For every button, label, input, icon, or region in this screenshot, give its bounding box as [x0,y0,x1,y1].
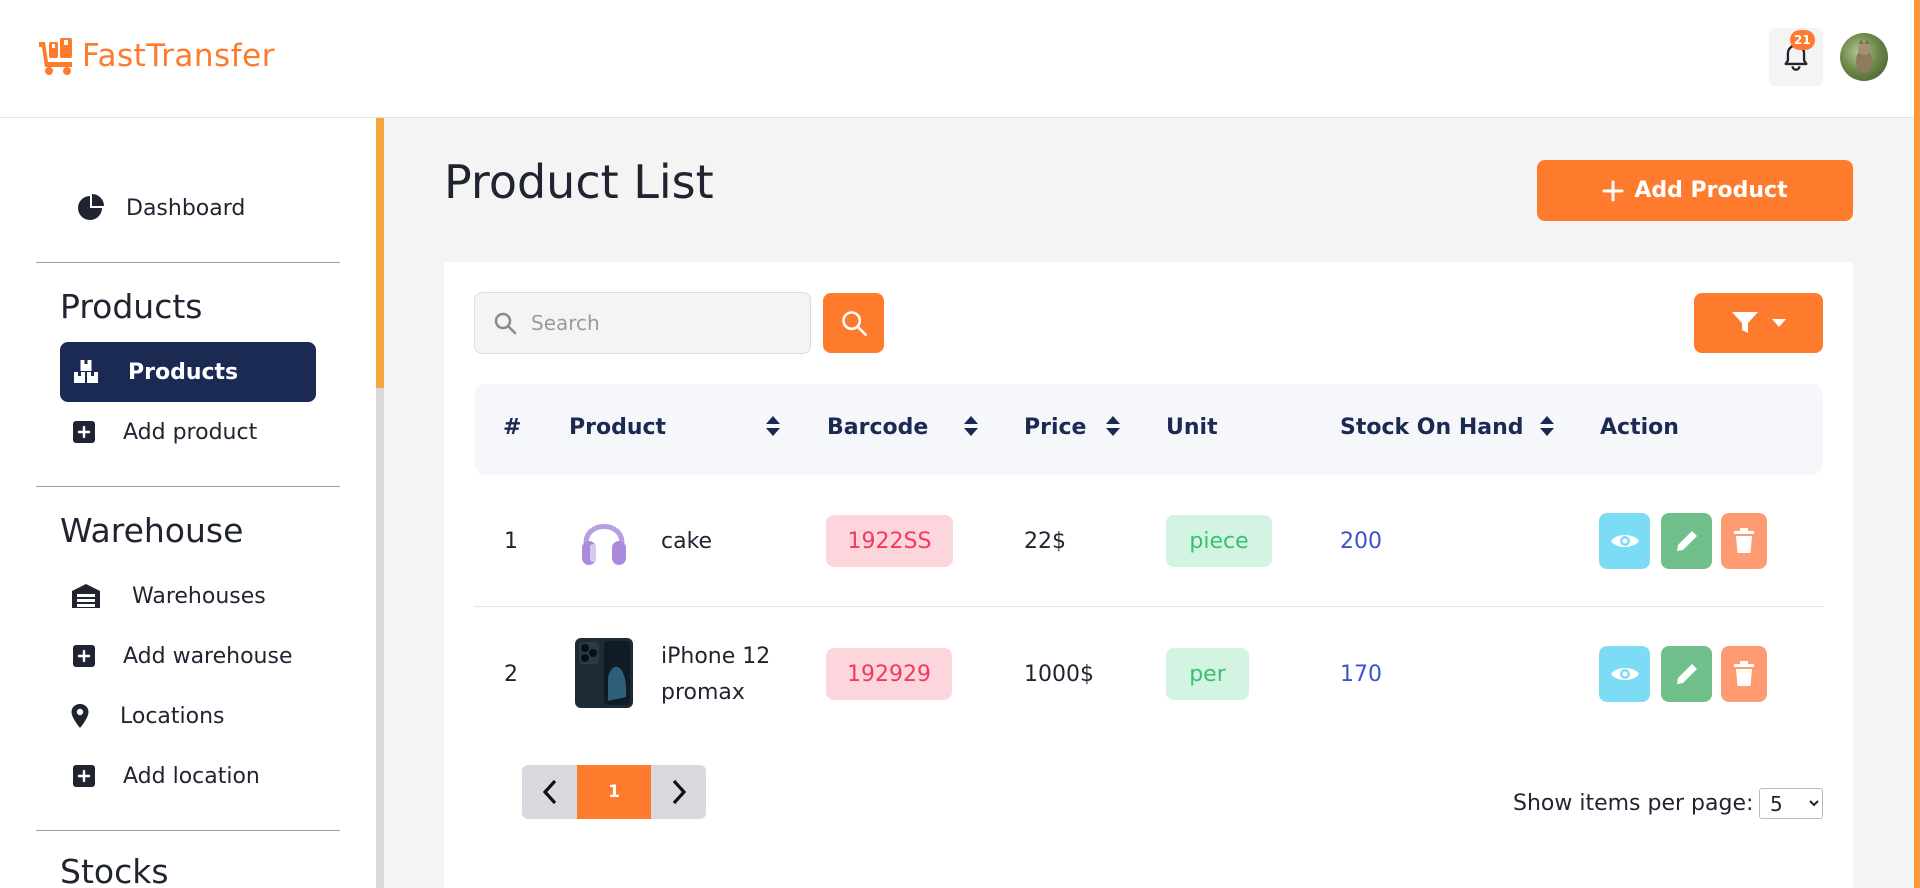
sidebar-divider [36,486,340,487]
column-header-action: Action [1600,415,1679,440]
sidebar-section-stocks: Stocks [60,852,169,888]
sidebar-section-products: Products [60,287,203,326]
next-page-button[interactable] [651,765,706,819]
sidebar-divider [36,830,340,831]
product-image-phone [574,637,634,709]
notification-badge: 21 [1790,30,1815,50]
sort-icon[interactable] [1105,414,1121,438]
column-header-barcode[interactable]: Barcode [827,415,928,440]
trash-icon [1734,528,1754,553]
sidebar-item-add-location[interactable]: Add location [68,760,260,792]
eye-icon [1610,535,1639,547]
pagination: 1 [522,765,706,819]
sidebar-item-label: Dashboard [126,195,246,221]
column-header-price[interactable]: Price [1024,415,1086,440]
user-avatar[interactable] [1840,33,1888,81]
sidebar-item-label: Add location [123,763,260,789]
add-product-button[interactable]: Add Product [1537,160,1853,221]
plus-square-icon [68,416,100,448]
stock-value: 170 [1340,662,1382,687]
pencil-icon [1676,664,1697,684]
page-scrollbar[interactable] [1914,0,1920,888]
sidebar-item-locations[interactable]: Locations [64,700,225,732]
sidebar-item-label: Add product [123,419,258,445]
sort-icon[interactable] [765,414,781,438]
sidebar-item-products[interactable]: Products [60,342,316,402]
search-input[interactable] [531,311,781,335]
chevron-left-icon [542,779,556,805]
search-icon [841,311,867,336]
product-image-headphones [574,505,634,577]
sidebar-item-dashboard[interactable]: Dashboard [74,192,245,224]
product-price: 22$ [1024,529,1066,554]
product-name: iPhone 12 [661,644,771,669]
plus-icon [1602,180,1624,201]
sidebar-section-warehouse: Warehouse [60,511,244,550]
delete-button[interactable] [1721,513,1767,569]
sidebar-item-label: Products [128,359,239,385]
sidebar-item-add-warehouse[interactable]: Add warehouse [68,640,293,672]
filter-icon [1731,312,1758,333]
chevron-right-icon [672,779,686,805]
delete-button[interactable] [1721,646,1767,702]
column-header-product[interactable]: Product [569,415,666,440]
plus-square-icon [68,640,100,672]
sort-icon[interactable] [1539,414,1555,438]
search-icon [494,312,517,335]
plus-square-icon [68,760,100,792]
per-page-select[interactable]: 5 [1759,788,1823,819]
sidebar-item-label: Add warehouse [123,643,293,669]
page-number-button[interactable]: 1 [577,765,651,819]
page-title: Product List [444,155,714,209]
product-name: cake [661,529,713,554]
unit-badge: piece [1166,515,1272,567]
delivery-cart-icon [39,38,72,75]
map-pin-icon [64,700,96,732]
unit-badge: per [1166,648,1249,700]
sidebar-scrollbar-thumb[interactable] [376,118,384,388]
per-page-label: Show items per page: [1513,791,1754,816]
previous-page-button[interactable] [522,765,577,819]
column-header-unit: Unit [1166,415,1218,440]
sort-icon[interactable] [963,414,979,438]
app-name: FastTransfer [82,38,275,74]
view-button[interactable] [1599,513,1650,569]
add-product-label: Add Product [1634,178,1788,203]
barcode-badge: 1922SS [826,515,953,567]
product-price: 1000$ [1024,662,1094,687]
warehouse-icon [70,580,102,612]
search-button[interactable] [823,293,884,353]
column-header-number: # [503,415,522,440]
sidebar-item-label: Warehouses [132,583,266,609]
eye-icon [1610,668,1639,680]
column-header-stock[interactable]: Stock On Hand [1340,415,1524,440]
edit-button[interactable] [1661,646,1712,702]
edit-button[interactable] [1661,513,1712,569]
boxes-icon [70,359,102,385]
product-name-line2: promax [661,680,745,705]
row-number: 1 [504,529,518,554]
top-header: FastTransfer 21 [0,0,1920,118]
stock-value: 200 [1340,529,1382,554]
pie-chart-icon [74,192,106,224]
trash-icon [1734,661,1754,686]
avatar-image [1856,39,1872,73]
sidebar-item-warehouses[interactable]: Warehouses [70,580,266,612]
barcode-badge: 192929 [826,648,952,700]
sidebar-divider [36,262,340,263]
sidebar-item-label: Locations [120,703,225,729]
sidebar-item-add-product[interactable]: Add product [68,416,257,448]
row-divider [474,606,1823,607]
row-number: 2 [504,662,518,687]
pencil-icon [1676,531,1697,551]
filter-dropdown-button[interactable] [1694,293,1823,353]
search-field [474,292,811,354]
caret-down-icon [1771,319,1786,327]
app-logo[interactable]: FastTransfer [36,36,275,76]
view-button[interactable] [1599,646,1650,702]
